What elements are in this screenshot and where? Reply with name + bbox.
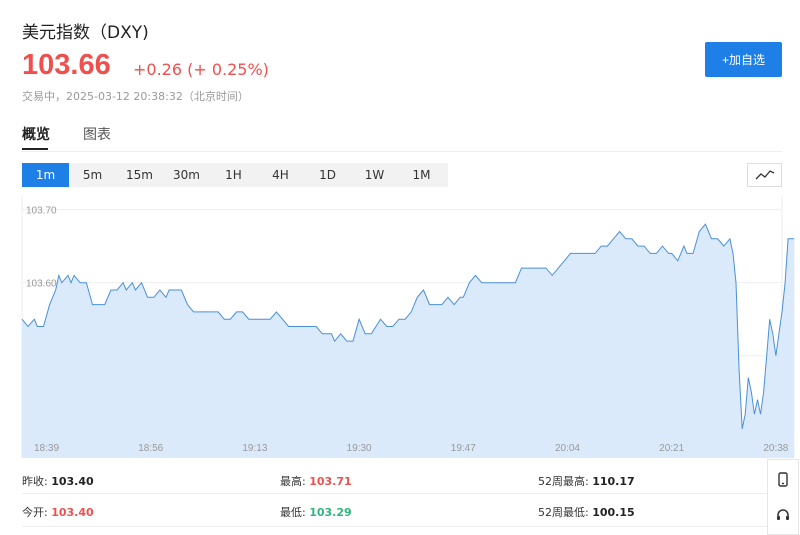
stat-value: 110.17 [592, 475, 635, 488]
stat-open: 今开: 103.40 [22, 504, 94, 520]
stat-label: 52周最低: [538, 506, 589, 519]
range-4h[interactable]: 4H [257, 163, 304, 187]
range-15m[interactable]: 15m [116, 163, 163, 187]
x-tick-label: 20:38 [763, 443, 788, 454]
stats-divider [22, 493, 782, 494]
stat-low: 最低: 103.29 [280, 504, 352, 520]
stat-value: 103.40 [51, 475, 94, 488]
stat-label: 52周最高: [538, 475, 589, 488]
headset-icon[interactable] [768, 500, 798, 530]
stat-value: 103.40 [51, 506, 94, 519]
active-tab-indicator [22, 148, 48, 150]
x-tick-label: 19:30 [347, 443, 372, 454]
stat-52w-low: 52周最低: 100.15 [538, 504, 635, 520]
range-1mo[interactable]: 1M [398, 163, 445, 187]
stat-label: 最低: [280, 506, 306, 519]
range-1m[interactable]: 1m [22, 163, 69, 187]
chart-type-button[interactable] [747, 163, 782, 187]
stat-label: 最高: [280, 475, 306, 488]
intraday-chart: 103.70103.60103.50103.4018:3918:5619:131… [21, 195, 795, 458]
x-tick-label: 18:39 [34, 443, 59, 454]
tabs-divider [22, 151, 782, 152]
range-5m[interactable]: 5m [69, 163, 116, 187]
stat-prev-close: 昨收: 103.40 [22, 473, 94, 489]
stat-label: 今开: [22, 506, 48, 519]
stat-value: 103.29 [309, 506, 352, 519]
floating-tools [767, 459, 799, 535]
x-tick-label: 20:04 [555, 443, 580, 454]
tab-chart[interactable]: 图表 [83, 124, 111, 144]
x-tick-label: 20:21 [659, 443, 684, 454]
price-change: +0.26 (+ 0.25%) [133, 60, 269, 79]
trading-status: 交易中，2025-03-12 20:38:32（北京时间） [22, 90, 249, 103]
line-chart-icon [755, 166, 775, 185]
range-1d[interactable]: 1D [304, 163, 351, 187]
x-tick-label: 19:13 [242, 443, 267, 454]
time-range-selector: 1m 5m 15m 30m 1H 4H 1D 1W 1M [22, 163, 448, 187]
last-price: 103.66 [22, 49, 111, 81]
stat-value: 103.71 [309, 475, 352, 488]
x-tick-label: 19:47 [451, 443, 476, 454]
stat-52w-high: 52周最高: 110.17 [538, 473, 635, 489]
stat-label: 昨收: [22, 475, 48, 488]
y-tick-label: 103.70 [26, 206, 57, 217]
y-tick-label: 103.60 [26, 279, 57, 290]
range-30m[interactable]: 30m [163, 163, 210, 187]
tab-overview[interactable]: 概览 [22, 124, 50, 144]
instrument-title: 美元指数（DXY) [22, 23, 149, 43]
stat-value: 100.15 [592, 506, 635, 519]
range-1w[interactable]: 1W [351, 163, 398, 187]
stats-divider [22, 526, 782, 527]
range-1h[interactable]: 1H [210, 163, 257, 187]
x-tick-label: 18:56 [138, 443, 163, 454]
stat-high: 最高: 103.71 [280, 473, 352, 489]
add-to-watchlist-button[interactable]: +加自选 [705, 42, 782, 77]
mobile-phone-icon[interactable] [768, 464, 798, 494]
